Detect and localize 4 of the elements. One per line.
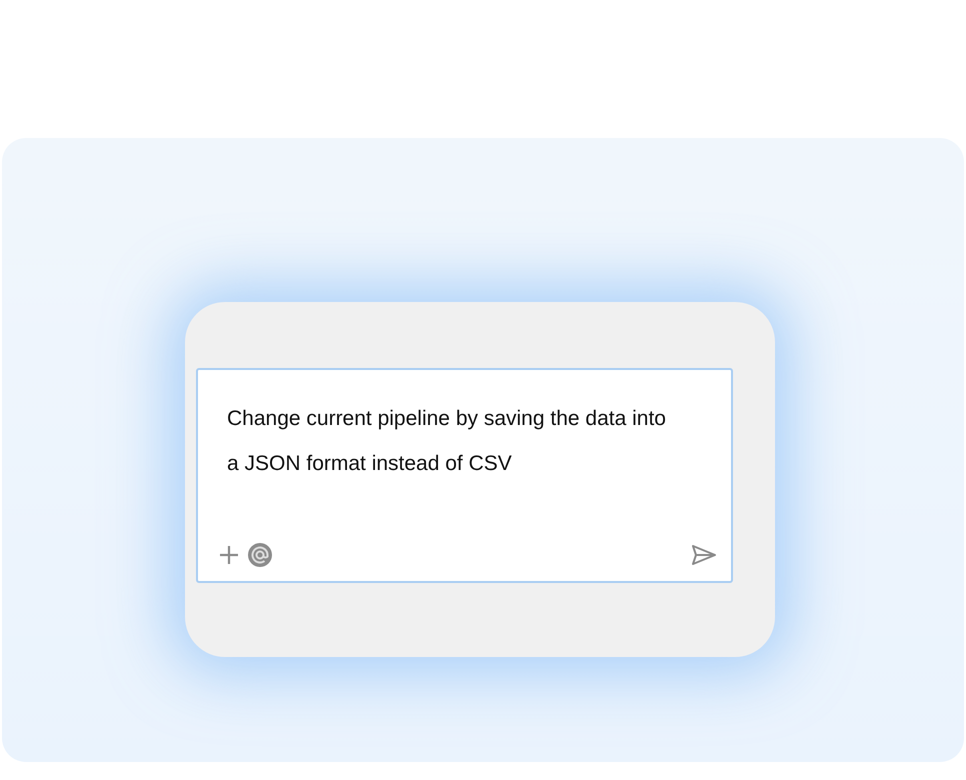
send-icon[interactable] [691, 544, 717, 566]
add-icon[interactable] [218, 544, 240, 566]
prompt-field[interactable]: Change current pipeline by saving the data into a JSON format instead of CSV [218, 396, 677, 543]
mention-icon[interactable] [248, 543, 272, 567]
